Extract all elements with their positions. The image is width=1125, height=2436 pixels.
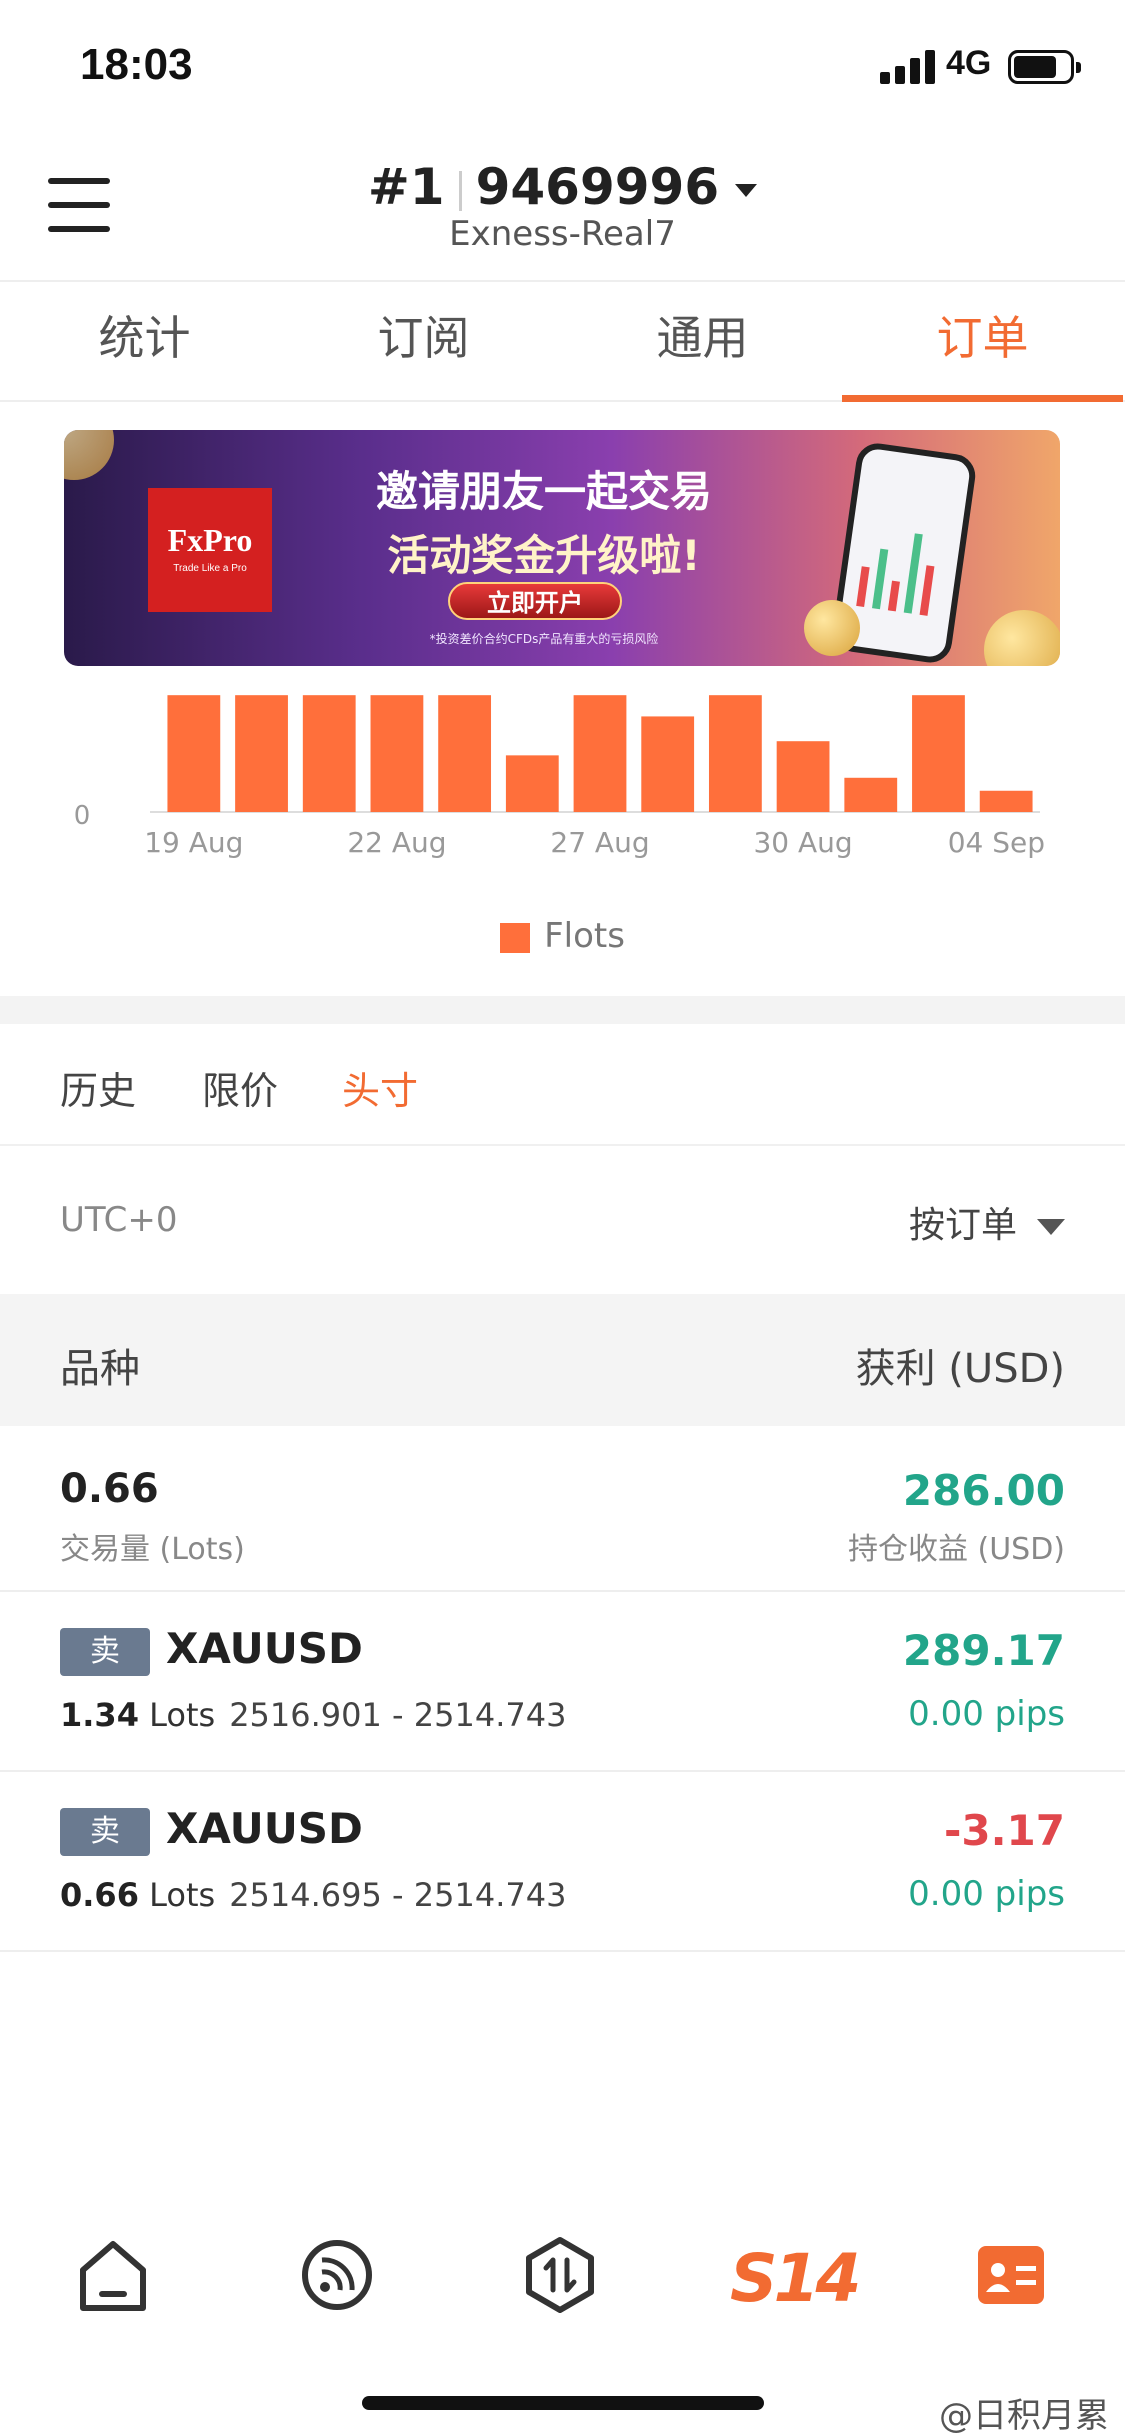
chart-bar	[302, 695, 356, 812]
total-volume: 0.66	[60, 1466, 159, 1512]
subtab-history[interactable]: 历史	[60, 1060, 136, 1115]
position-row[interactable]: 卖 XAUUSD 0.66 Lots 2514.695 - 2514.743 -3…	[0, 1772, 1125, 1952]
side-badge: 卖	[60, 1808, 150, 1856]
chart-bar	[505, 755, 559, 812]
chart-bar	[573, 695, 627, 812]
position-profit: -3.17	[943, 1806, 1065, 1855]
account-header: #1 9469996 Exness-Real7	[0, 130, 1125, 282]
status-bar: 18:03 4G	[0, 0, 1125, 130]
feed-icon[interactable]	[292, 2230, 382, 2320]
position-lots: 1.34	[60, 1696, 139, 1734]
bottom-nav: S14	[0, 2210, 1125, 2340]
bar-chart-svg: 0 19 Aug 22 Aug 27 Aug 30 Aug 04 Sep	[74, 695, 1045, 859]
x-tick-label: 04 Sep	[948, 826, 1045, 859]
position-pips: 0.00 pips	[908, 1694, 1065, 1734]
position-prices: 2514.695 - 2514.743	[229, 1876, 567, 1914]
chart-bar	[641, 716, 695, 812]
subtab-positions[interactable]: 头寸	[342, 1060, 418, 1115]
position-symbol: XAUUSD	[166, 1804, 363, 1853]
watermark: @日积月累	[939, 2396, 1109, 2436]
position-details: 0.66 Lots 2514.695 - 2514.743	[60, 1876, 566, 1914]
tab-orders[interactable]: 订单	[842, 284, 1123, 402]
caret-down-icon	[735, 184, 758, 197]
chart-bar	[708, 695, 762, 812]
chart-bar	[912, 695, 965, 812]
banner-title: 邀请朋友一起交易	[375, 467, 712, 516]
x-tick-label: 27 Aug	[550, 826, 649, 859]
fxpro-logo: FxPro Trade Like a Pro	[148, 488, 272, 612]
position-lots: 0.66	[60, 1876, 139, 1914]
position-prices: 2516.901 - 2514.743	[229, 1696, 567, 1734]
s14-logo-button[interactable]: S14	[730, 2240, 861, 2317]
position-profit: 289.17	[902, 1626, 1065, 1675]
total-profit: 286.00	[902, 1466, 1065, 1515]
chart-bar	[235, 695, 288, 812]
section-divider	[0, 996, 1125, 1024]
account-number: 9469996	[475, 158, 720, 216]
signal-icon	[880, 50, 936, 84]
column-profit: 获利 (USD)	[855, 1346, 1065, 1392]
chart-bar	[370, 695, 424, 812]
x-tick-label: 22 Aug	[347, 826, 446, 859]
timezone-label: UTC+0	[60, 1200, 178, 1240]
subtab-limit[interactable]: 限价	[202, 1060, 278, 1115]
promo-banner[interactable]: FxPro Trade Like a Pro 邀请朋友一起交易 活动奖金升级啦!…	[64, 430, 1060, 666]
positions-column-header: 品种 获利 (USD)	[0, 1294, 1125, 1426]
profile-card-icon[interactable]	[966, 2230, 1056, 2320]
position-symbol: XAUUSD	[166, 1624, 363, 1673]
side-badge: 卖	[60, 1628, 150, 1676]
open-account-button[interactable]: 立即开户	[448, 582, 622, 620]
home-icon[interactable]	[68, 2230, 158, 2320]
total-profit-label: 持仓收益 (USD)	[847, 1532, 1065, 1567]
positions-summary: 0.66 交易量 (Lots) 286.00 持仓收益 (USD)	[0, 1426, 1125, 1592]
y-tick-label: 0	[74, 801, 91, 831]
main-tabs: 统计 订阅 通用 订单	[0, 284, 1125, 402]
chart-bar	[776, 741, 830, 812]
trade-icon[interactable]	[515, 2230, 605, 2320]
order-subtabs: 历史 限价 头寸	[0, 1024, 1125, 1146]
lots-unit: Lots	[149, 1696, 216, 1734]
position-pips: 0.00 pips	[908, 1874, 1065, 1914]
account-prefix: #1	[367, 158, 445, 216]
x-tick-label: 19 Aug	[144, 826, 243, 859]
lots-unit: Lots	[149, 1876, 216, 1914]
sort-label: 按订单	[908, 1205, 1017, 1246]
banner-subtitle: 活动奖金升级啦!	[387, 531, 701, 580]
total-volume-label: 交易量 (Lots)	[60, 1532, 245, 1567]
chart-bar	[979, 790, 1033, 812]
chart-bar	[844, 777, 898, 812]
chart-bar	[167, 695, 221, 812]
tab-stats[interactable]: 统计	[4, 284, 285, 402]
tab-subscribe[interactable]: 订阅	[283, 284, 564, 402]
chart-legend: Flots	[0, 916, 1125, 956]
chart-bar	[438, 695, 492, 812]
battery-icon	[1008, 50, 1081, 84]
x-tick-label: 30 Aug	[753, 826, 852, 859]
flots-chart: 0 19 Aug 22 Aug 27 Aug 30 Aug 04 Sep Flots	[0, 666, 1125, 996]
position-details: 1.34 Lots 2516.901 - 2514.743	[60, 1696, 566, 1734]
banner-disclaimer: *投资差价合约CFDs产品有重大的亏损风险	[429, 632, 659, 646]
position-row[interactable]: 卖 XAUUSD 1.34 Lots 2516.901 - 2514.743 28…	[0, 1592, 1125, 1772]
tab-general[interactable]: 通用	[562, 284, 843, 402]
account-selector[interactable]: #1 9469996	[0, 158, 1125, 216]
sort-dropdown[interactable]: 按订单	[909, 1196, 1065, 1248]
home-indicator	[362, 2396, 764, 2410]
legend-label: Flots	[544, 916, 625, 956]
server-name: Exness-Real7	[449, 214, 676, 254]
column-symbol: 品种	[60, 1346, 140, 1392]
triangle-down-icon	[1037, 1219, 1065, 1235]
network-type: 4G	[946, 44, 992, 82]
status-time: 18:03	[80, 40, 193, 89]
filter-row: UTC+0 按订单	[0, 1148, 1125, 1292]
legend-swatch	[500, 922, 531, 953]
